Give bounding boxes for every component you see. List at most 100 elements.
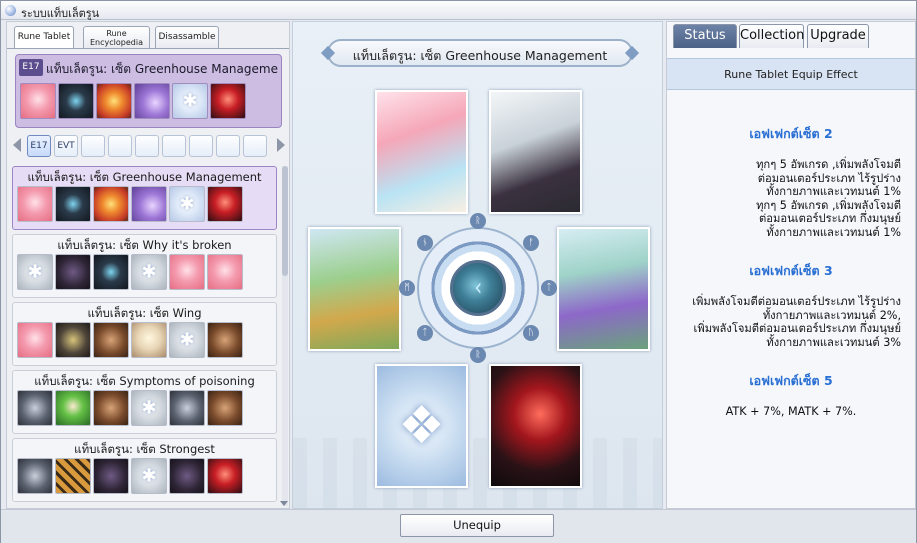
tab-divider (7, 48, 289, 49)
rune-card-empty[interactable]: ✱ (172, 83, 208, 119)
snowflake-icon: ✱ (27, 261, 43, 283)
set-item[interactable]: แท็บเล็ตรูน: เซ็ต Symptoms of poisoning … (12, 370, 277, 434)
rune-card[interactable] (93, 322, 129, 358)
board-card-flower-plant[interactable] (308, 227, 401, 351)
rune-symbol-icon: ᛏ (541, 280, 557, 296)
snowflake-icon: ✱ (179, 193, 195, 215)
season-slot[interactable] (162, 135, 186, 157)
board-card-fairies[interactable] (375, 90, 468, 214)
rune-card-pink-fairy[interactable] (20, 83, 56, 119)
snowflake-icon: ✱ (141, 261, 157, 283)
ornament-icon: ❖ (398, 396, 445, 456)
rune-card-purple-creature[interactable] (134, 83, 170, 119)
season-slot[interactable] (189, 135, 213, 157)
rune-card[interactable]: ✱ (131, 390, 167, 426)
board-card-empty-slot[interactable]: ❖ (375, 364, 468, 488)
rune-card[interactable] (55, 458, 91, 494)
set-list-scrollbar[interactable] (282, 166, 288, 506)
board-title-plate: แท็บเล็ตรูน: เซ็ต Greenhouse Management (320, 39, 640, 67)
board-card-dark-girl[interactable] (489, 90, 582, 214)
scroll-down-arrow-icon[interactable] (280, 501, 288, 506)
rune-symbol-icon: ᚢ (523, 325, 539, 341)
rune-card[interactable] (17, 458, 53, 494)
effect-line: ทั้งกายภาพและเวทมนต์ 1% (766, 185, 901, 198)
nav-right-arrow-icon[interactable] (277, 138, 285, 152)
season-slot[interactable]: E17 (27, 135, 51, 157)
tab-upgrade[interactable]: Upgrade (807, 24, 869, 48)
season-slot[interactable] (243, 135, 267, 157)
rune-card[interactable]: ✱ (17, 254, 53, 290)
rune-card[interactable] (55, 322, 91, 358)
season-slots: E17 EVT (27, 135, 267, 157)
set-item[interactable]: แท็บเล็ตรูน: เซ็ต Strongest ✱ (12, 438, 277, 502)
rune-card[interactable] (131, 186, 167, 222)
rune-card[interactable] (17, 322, 53, 358)
title-bar[interactable]: ระบบแท็บเล็ตรูน (1, 1, 916, 20)
rune-card[interactable] (93, 458, 129, 494)
rune-symbol-icon: ᚱ (470, 347, 486, 363)
rune-card[interactable]: ✱ (131, 254, 167, 290)
rune-card[interactable] (55, 390, 91, 426)
rune-card[interactable] (169, 254, 205, 290)
rune-card[interactable]: ✱ (131, 458, 167, 494)
tab-rune-tablet[interactable]: Rune Tablet (14, 26, 74, 48)
rune-card[interactable]: ✱ (169, 186, 205, 222)
set-title: แท็บเล็ตรูน: เซ็ต Greenhouse Management (27, 170, 262, 184)
tablet-board: แท็บเล็ตรูน: เซ็ต Greenhouse Management … (292, 21, 663, 509)
scrollbar-thumb[interactable] (282, 166, 288, 276)
effect-line: ทั้งกายภาพและเวทมนต์ 1% (766, 225, 901, 239)
season-slot[interactable] (108, 135, 132, 157)
board-card-purple-dinosaur[interactable] (557, 227, 650, 351)
tab-disassemble[interactable]: Disassamble (155, 26, 219, 48)
rune-wheel: ᚱ ᚱ ᛗ ᛏ ᚾ ᚠ ᛏ ᚢ ᚲ (399, 213, 557, 363)
set-item[interactable]: แท็บเล็ตรูน: เซ็ต Why it's broken ✱ ✱ (12, 234, 277, 298)
board-title: แท็บเล็ตรูน: เซ็ต Greenhouse Management (352, 48, 608, 63)
rune-card[interactable] (55, 186, 91, 222)
tab-rune-encyclopedia[interactable]: Rune Encyclopedia (83, 26, 150, 48)
nav-left-arrow-icon[interactable] (13, 138, 21, 152)
set-list: แท็บเล็ตรูน: เซ็ต Greenhouse Management … (12, 166, 282, 506)
set-cards: ✱ (17, 390, 243, 426)
rune-card-red-flower[interactable] (210, 83, 246, 119)
season-slot[interactable] (135, 135, 159, 157)
season-slot[interactable] (81, 135, 105, 157)
selected-set-title: แท็บเล็ตรูน: เซ็ต Greenhouse Manageme (46, 62, 278, 76)
rune-card[interactable]: ✱ (169, 322, 205, 358)
rune-card[interactable] (55, 254, 91, 290)
tab-collection[interactable]: Collection (739, 24, 804, 48)
rune-card[interactable] (207, 254, 243, 290)
rune-card[interactable] (131, 322, 167, 358)
set-title: แท็บเล็ตรูน: เซ็ต Symptoms of poisoning (34, 374, 255, 388)
rune-card[interactable] (93, 254, 129, 290)
rune-card-flower[interactable] (96, 83, 132, 119)
rune-card[interactable] (17, 390, 53, 426)
set-title: แท็บเล็ตรูน: เซ็ต Why it's broken (57, 238, 232, 252)
season-slot[interactable] (216, 135, 240, 157)
effect-line: ต่อมอนเตอร์ประเภท กึ่งมนุษย์ (759, 212, 901, 225)
effect-line: ทุกๆ 5 อัพเกรด ,เพิ่มพลังโจมตี (756, 158, 901, 171)
rune-tablet-window: ระบบแท็บเล็ตรูน Rune Tablet Rune Encyclo… (0, 0, 917, 543)
season-slot[interactable]: EVT (54, 135, 78, 157)
rune-card[interactable] (169, 458, 205, 494)
set-cards: ✱ (17, 458, 243, 494)
rune-card[interactable] (17, 186, 53, 222)
rune-card[interactable] (169, 390, 205, 426)
tab-status[interactable]: Status (673, 24, 737, 48)
effect-list: เอฟเฟกต์เซ็ต 2 ทุกๆ 5 อัพเกรด ,เพิ่มพลัง… (673, 100, 909, 500)
set-item[interactable]: แท็บเล็ตรูน: เซ็ต Greenhouse Management … (12, 166, 277, 230)
rune-card[interactable] (93, 186, 129, 222)
unequip-button[interactable]: Unequip (400, 514, 554, 537)
rune-card[interactable] (207, 390, 243, 426)
board-card-red-flower[interactable] (489, 364, 582, 488)
rune-card[interactable] (207, 322, 243, 358)
rune-card[interactable] (93, 390, 129, 426)
set-badge: E17 (19, 59, 43, 76)
effect-line: เพิ่มพลังโจมตีต่อมอนเตอร์ประเภท ไร้รูปร่… (692, 295, 901, 308)
rune-card-machine[interactable] (58, 83, 94, 119)
effect-line: ทั้งกายภาพและเวทมนต์ 3% (766, 335, 901, 349)
set-title: แท็บเล็ตรูน: เซ็ต Wing (87, 306, 202, 320)
set-item[interactable]: แท็บเล็ตรูน: เซ็ต Wing ✱ (12, 302, 277, 366)
rune-symbol-icon: ᚱ (470, 213, 486, 229)
rune-card[interactable] (207, 186, 243, 222)
rune-card[interactable] (207, 458, 243, 494)
